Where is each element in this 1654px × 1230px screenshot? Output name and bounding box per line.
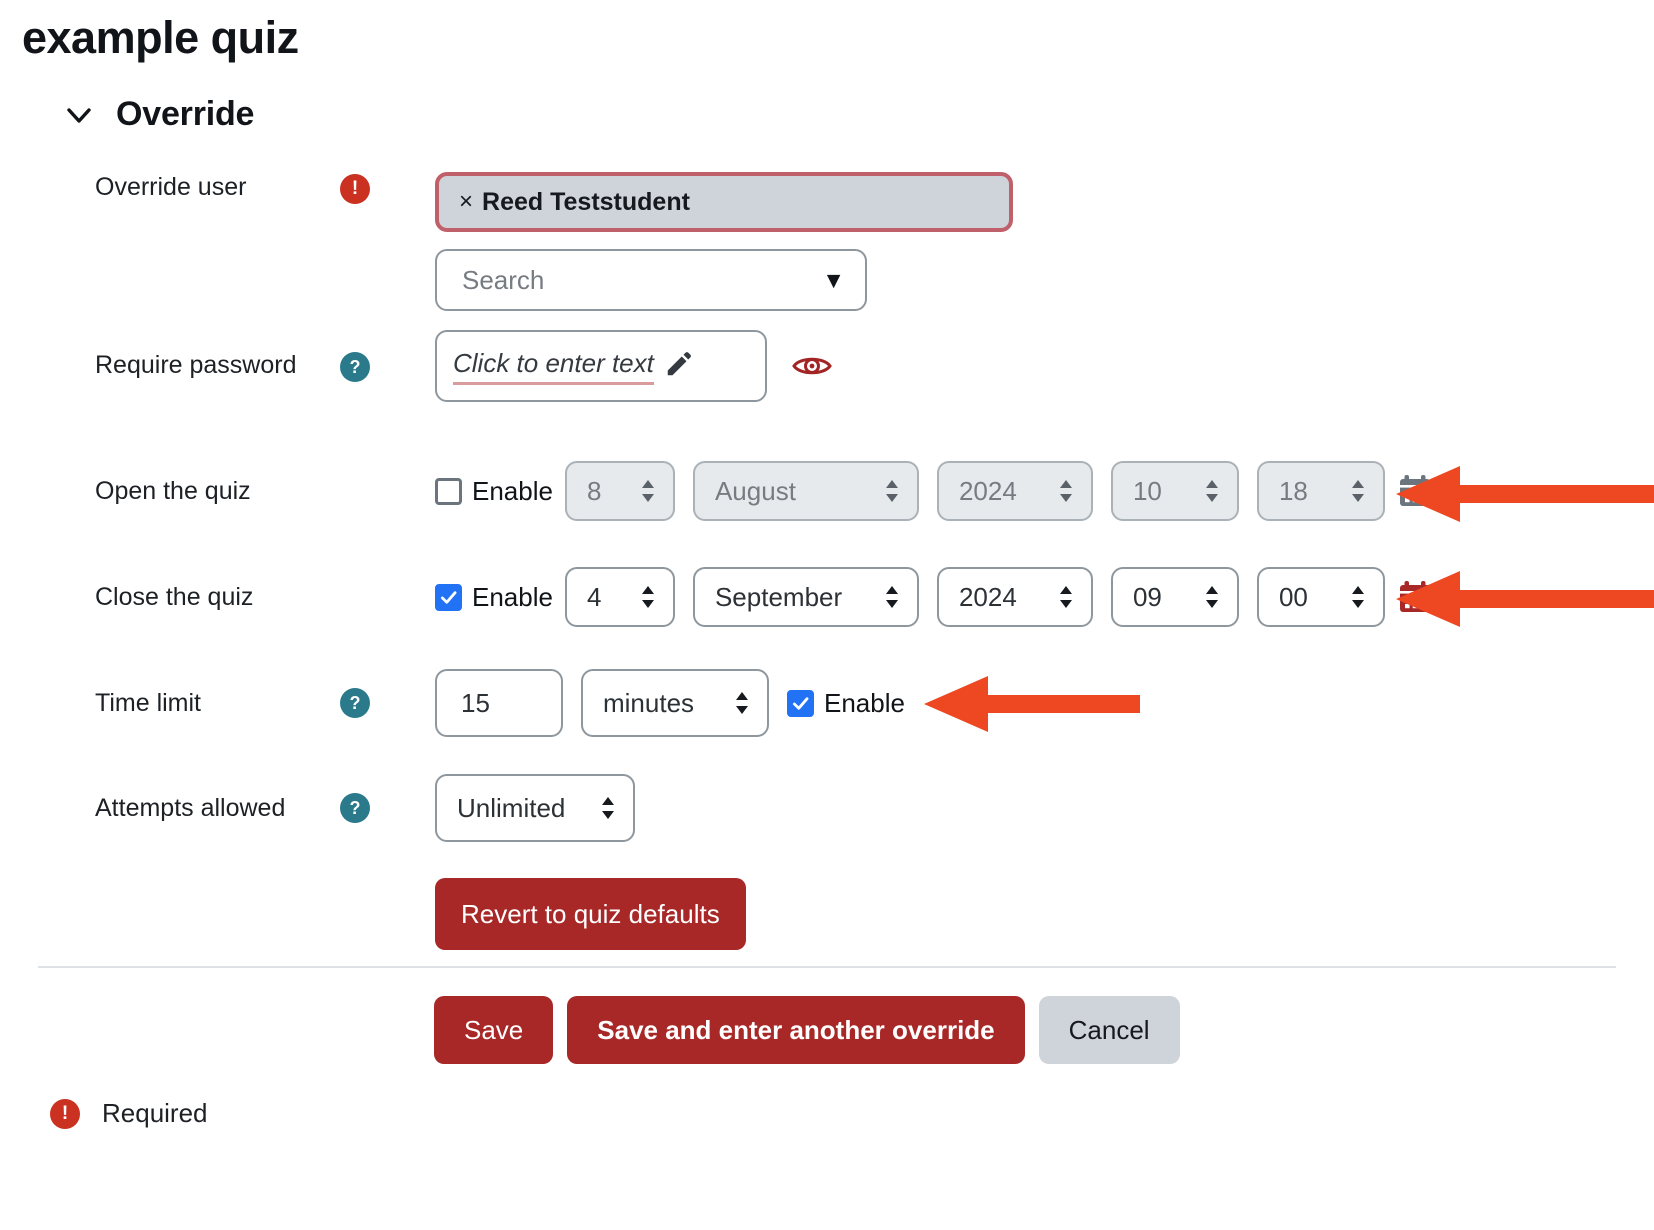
open-quiz-label: Open the quiz bbox=[95, 477, 251, 505]
required-exclamation-icon: ! bbox=[340, 174, 370, 204]
override-user-required-wrap: ! bbox=[340, 172, 435, 204]
updown-arrows-icon bbox=[1349, 584, 1367, 610]
form-row-override-user: Override user ! × Reed Teststudent Searc… bbox=[0, 172, 1654, 322]
override-section-header[interactable]: Override bbox=[62, 95, 254, 134]
time-limit-enable-checkbox[interactable] bbox=[787, 689, 814, 717]
help-question-icon[interactable]: ? bbox=[340, 793, 370, 823]
form-divider bbox=[38, 966, 1616, 968]
open-quiz-hour-select[interactable]: 10 bbox=[1110, 461, 1239, 521]
selected-user-chip[interactable]: × Reed Teststudent bbox=[459, 188, 690, 217]
updown-arrows-icon bbox=[1057, 478, 1075, 504]
updown-arrows-icon bbox=[1203, 584, 1221, 610]
close-quiz-hour-value: 09 bbox=[1132, 581, 1162, 612]
open-quiz-day-select[interactable]: 8 bbox=[564, 461, 675, 521]
open-quiz-help-wrap bbox=[340, 490, 435, 492]
open-quiz-month-select[interactable]: August bbox=[692, 461, 919, 521]
close-quiz-minute-select[interactable]: 00 bbox=[1256, 567, 1385, 627]
attempts-allowed-help-wrap: ? bbox=[340, 793, 435, 823]
close-quiz-help-wrap bbox=[340, 596, 435, 598]
close-quiz-minute-value: 00 bbox=[1278, 581, 1308, 612]
open-quiz-enable-checkbox[interactable] bbox=[435, 477, 462, 505]
form-row-revert: Revert to quiz defaults bbox=[0, 860, 1654, 968]
override-user-label: Override user bbox=[95, 173, 247, 201]
updown-arrows-icon bbox=[883, 478, 901, 504]
close-quiz-year-select[interactable]: 2024 bbox=[936, 567, 1093, 627]
form-row-open-quiz: Open the quiz Enable 8 August 2024 10 18 bbox=[0, 438, 1654, 544]
time-limit-value-input[interactable]: 15 bbox=[435, 669, 563, 737]
form-actions: Save Save and enter another override Can… bbox=[434, 996, 1180, 1064]
updown-arrows-icon bbox=[1203, 478, 1221, 504]
close-quiz-month-select[interactable]: September bbox=[692, 567, 919, 627]
open-quiz-month-value: August bbox=[714, 475, 796, 506]
close-quiz-hour-select[interactable]: 09 bbox=[1110, 567, 1239, 627]
require-password-placeholder: Click to enter text bbox=[453, 348, 654, 385]
close-quiz-enable-label: Enable bbox=[472, 581, 553, 612]
attempts-allowed-select[interactable]: Unlimited bbox=[435, 774, 635, 842]
override-form: Override user ! × Reed Teststudent Searc… bbox=[0, 172, 1654, 968]
close-quiz-calendar-icon[interactable] bbox=[1397, 579, 1433, 615]
require-password-field[interactable]: Click to enter text bbox=[435, 330, 767, 402]
updown-arrows-icon bbox=[1057, 584, 1075, 610]
help-question-icon[interactable]: ? bbox=[340, 352, 370, 382]
cancel-button[interactable]: Cancel bbox=[1038, 996, 1180, 1064]
time-limit-unit-value: minutes bbox=[603, 687, 695, 718]
required-footer: ! Required bbox=[50, 1098, 208, 1129]
close-quiz-enable-wrap[interactable]: Enable bbox=[435, 582, 553, 613]
time-limit-label: Time limit bbox=[95, 689, 202, 717]
open-quiz-enable-label: Enable bbox=[472, 475, 553, 506]
pencil-icon[interactable] bbox=[664, 349, 694, 383]
open-quiz-hour-value: 10 bbox=[1132, 475, 1162, 506]
search-placeholder: Search bbox=[462, 264, 545, 295]
required-exclamation-icon: ! bbox=[50, 1098, 80, 1129]
close-quiz-year-value: 2024 bbox=[958, 581, 1017, 612]
time-limit-help-wrap: ? bbox=[340, 688, 435, 718]
close-quiz-day-select[interactable]: 4 bbox=[564, 567, 675, 627]
updown-arrows-icon bbox=[883, 584, 901, 610]
form-row-require-password: Require password ? Click to enter text bbox=[0, 322, 1654, 438]
save-and-enter-another-override-button[interactable]: Save and enter another override bbox=[567, 996, 1025, 1064]
close-quiz-enable-checkbox[interactable] bbox=[435, 583, 462, 611]
updown-arrows-icon bbox=[733, 690, 751, 716]
updown-arrows-icon bbox=[639, 478, 657, 504]
remove-user-icon[interactable]: × bbox=[459, 188, 473, 216]
caret-down-icon[interactable]: ▼ bbox=[822, 268, 845, 292]
open-quiz-minute-value: 18 bbox=[1278, 475, 1308, 506]
required-footer-label: Required bbox=[102, 1098, 208, 1128]
close-quiz-day-value: 4 bbox=[586, 581, 602, 612]
close-quiz-month-value: September bbox=[714, 581, 843, 612]
revert-help-spacer bbox=[340, 913, 435, 915]
require-password-help-wrap: ? bbox=[340, 330, 435, 382]
save-button[interactable]: Save bbox=[434, 996, 554, 1064]
open-quiz-calendar-icon[interactable] bbox=[1397, 473, 1433, 509]
require-password-label: Require password bbox=[95, 351, 297, 379]
updown-arrows-icon bbox=[639, 584, 657, 610]
updown-arrows-icon bbox=[1349, 478, 1367, 504]
open-quiz-year-select[interactable]: 2024 bbox=[936, 461, 1093, 521]
form-row-time-limit: Time limit ? 15 minutes Enable bbox=[0, 650, 1654, 756]
form-row-attempts-allowed: Attempts allowed ? Unlimited bbox=[0, 756, 1654, 860]
open-quiz-day-value: 8 bbox=[586, 475, 602, 506]
chevron-down-icon[interactable] bbox=[62, 98, 96, 132]
revert-to-quiz-defaults-button[interactable]: Revert to quiz defaults bbox=[435, 878, 746, 950]
page-title: example quiz bbox=[22, 12, 299, 63]
attempts-allowed-value: Unlimited bbox=[457, 792, 566, 823]
time-limit-unit-select[interactable]: minutes bbox=[581, 669, 769, 737]
override-section-title: Override bbox=[116, 95, 255, 133]
form-row-close-quiz: Close the quiz Enable 4 September 2024 0… bbox=[0, 544, 1654, 650]
open-quiz-minute-select[interactable]: 18 bbox=[1256, 461, 1385, 521]
override-user-search-input[interactable]: Search ▼ bbox=[435, 249, 867, 311]
attempts-allowed-label: Attempts allowed bbox=[95, 794, 286, 822]
close-quiz-label: Close the quiz bbox=[95, 583, 254, 611]
selected-user-name: Reed Teststudent bbox=[482, 187, 690, 216]
open-quiz-enable-wrap[interactable]: Enable bbox=[435, 476, 553, 507]
override-user-selection-box[interactable]: × Reed Teststudent bbox=[435, 172, 1013, 232]
open-quiz-year-value: 2024 bbox=[958, 475, 1017, 506]
help-question-icon[interactable]: ? bbox=[340, 688, 370, 718]
time-limit-enable-label: Enable bbox=[824, 687, 905, 718]
updown-arrows-icon bbox=[599, 795, 617, 821]
eye-icon[interactable] bbox=[791, 351, 833, 381]
time-limit-enable-wrap[interactable]: Enable bbox=[787, 688, 905, 719]
